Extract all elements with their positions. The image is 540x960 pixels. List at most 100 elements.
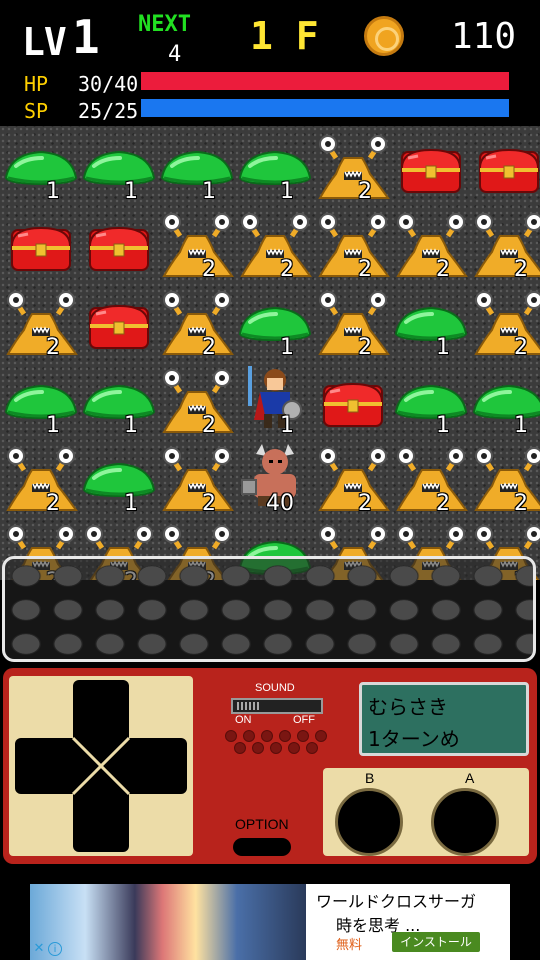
b-button-label: B [365, 770, 375, 786]
tile-number: 1 [124, 179, 138, 204]
sound-off-label: OFF [293, 714, 315, 726]
ad-image[interactable] [30, 884, 306, 960]
tile-slug[interactable]: 2 [470, 440, 540, 518]
speaker-hole [297, 730, 309, 742]
tile-chest[interactable] [80, 284, 158, 362]
ad-free-label: 無料 [336, 938, 363, 953]
level-value: 1 [72, 10, 100, 64]
a-button-label: A [465, 770, 475, 786]
tile-number: 2 [202, 257, 216, 282]
tile-slime[interactable]: 1 [2, 128, 80, 206]
tile-slime[interactable]: 1 [2, 362, 80, 440]
tile-number: 2 [514, 335, 528, 360]
chest-icon [401, 148, 461, 193]
tile-chest[interactable] [392, 128, 470, 206]
tile-chest[interactable] [2, 206, 80, 284]
speaker-hole [225, 730, 237, 742]
controller: SOUND ON OFF むらさき 1ターンめ B A OPTION [0, 664, 540, 870]
chest-icon [323, 382, 383, 427]
chest-icon [89, 304, 149, 349]
tile-chest[interactable] [80, 206, 158, 284]
status-hud: LV 1 NEXT 4 1 F 110 HP 30/40 SP 25/25 [0, 0, 540, 126]
tile-chest[interactable] [470, 128, 540, 206]
sound-label: SOUND [255, 682, 295, 694]
slug-icon [162, 213, 234, 277]
tile-number: 2 [358, 257, 372, 282]
hp-value: 30/40 [78, 72, 139, 96]
next-value: 4 [168, 42, 182, 67]
tile-slug[interactable]: 2 [314, 440, 392, 518]
tile-slime[interactable]: 1 [236, 128, 314, 206]
speaker-hole [234, 742, 246, 754]
hp-label: HP [24, 72, 49, 96]
b-button[interactable] [335, 788, 403, 856]
tile-slime[interactable]: 1 [80, 362, 158, 440]
slug-icon [474, 291, 540, 355]
tile-chest[interactable] [314, 362, 392, 440]
option-button[interactable] [233, 838, 291, 856]
chest-icon [479, 148, 539, 193]
chest-icon [89, 226, 149, 271]
tile-slime[interactable]: 1 [80, 440, 158, 518]
slug-icon [318, 135, 390, 199]
chest-icon [11, 226, 71, 271]
next-label: NEXT [138, 12, 191, 37]
slime-icon [238, 150, 312, 186]
tile-number: 2 [514, 257, 528, 282]
slime-icon [238, 306, 312, 342]
tile-slug[interactable]: 2 [392, 440, 470, 518]
tile-number: 1 [124, 413, 138, 438]
tile-hero[interactable]: 1 [236, 362, 314, 440]
install-button[interactable]: インストール [392, 932, 480, 952]
tile-ogre[interactable]: 40 [236, 440, 314, 518]
tile-slug[interactable]: 2 [158, 206, 236, 284]
slime-icon [394, 306, 468, 342]
hp-bar-fill [141, 72, 509, 90]
close-icon[interactable]: ✕ [32, 942, 46, 956]
tile-slime[interactable]: 1 [392, 284, 470, 362]
info-icon[interactable]: i [48, 942, 62, 956]
tile-slime[interactable]: 1 [236, 284, 314, 362]
tile-slug[interactable]: 2 [314, 206, 392, 284]
tile-number: 2 [514, 491, 528, 516]
hp-bar [141, 72, 509, 90]
sp-value: 25/25 [78, 99, 139, 123]
tile-number: 2 [358, 335, 372, 360]
ad-banner[interactable]: ✕ i ワールドクロスサーガ 時を思考 ... 無料 インストール [30, 884, 510, 960]
game-board[interactable]: 1 1 1 1 2 2 2 2 2 2 2 2 1 2 1 2 1 1 2 1 … [0, 126, 540, 580]
tile-slug[interactable]: 2 [470, 206, 540, 284]
tile-number: 1 [514, 413, 528, 438]
tile-slug[interactable]: 2 [392, 206, 470, 284]
sound-slider[interactable] [231, 698, 323, 714]
tile-number: 1 [124, 491, 138, 516]
tile-slug[interactable]: 2 [158, 362, 236, 440]
slug-icon [474, 213, 540, 277]
tile-slime[interactable]: 1 [158, 128, 236, 206]
slime-icon [4, 384, 78, 420]
tile-number: 2 [436, 491, 450, 516]
tile-number: 2 [46, 335, 60, 360]
tile-slug[interactable]: 2 [236, 206, 314, 284]
slug-icon [318, 291, 390, 355]
tile-slime[interactable]: 1 [80, 128, 158, 206]
tile-number: 1 [46, 179, 60, 204]
tile-slime[interactable]: 1 [392, 362, 470, 440]
tile-slug[interactable]: 2 [158, 284, 236, 362]
tile-number: 2 [46, 491, 60, 516]
tile-slug[interactable]: 2 [470, 284, 540, 362]
speaker-hole [243, 730, 255, 742]
tile-slug[interactable]: 2 [314, 284, 392, 362]
tile-slug[interactable]: 2 [314, 128, 392, 206]
dpad-cross-icon [71, 736, 131, 796]
lcd-turn-count: 1ターンめ [368, 727, 460, 751]
level-label: LV [22, 20, 67, 64]
tile-slime[interactable]: 1 [470, 362, 540, 440]
slug-icon [396, 213, 468, 277]
a-button[interactable] [431, 788, 499, 856]
slime-icon [472, 384, 540, 420]
option-label: OPTION [235, 816, 289, 832]
tile-slug[interactable]: 2 [158, 440, 236, 518]
tile-number: 2 [202, 491, 216, 516]
tile-slug[interactable]: 2 [2, 284, 80, 362]
tile-slug[interactable]: 2 [2, 440, 80, 518]
